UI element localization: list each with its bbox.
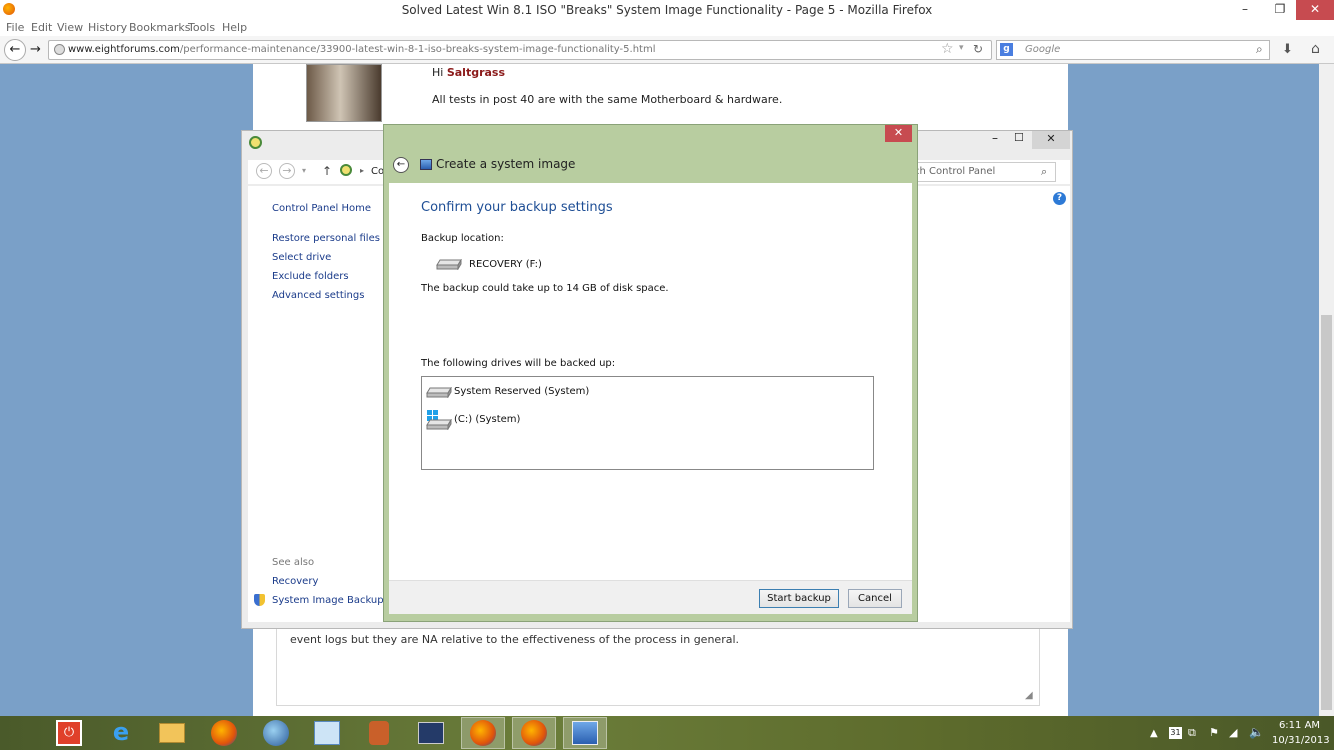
reload-icon[interactable]: ↻: [973, 42, 983, 56]
search-icon[interactable]: ⌕: [1256, 42, 1263, 57]
recovery-link[interactable]: Recovery: [272, 576, 318, 587]
see-also-heading: See also: [272, 557, 315, 568]
taskbar-app-button[interactable]: [357, 717, 401, 749]
menu-edit[interactable]: Edit: [31, 21, 52, 34]
tray-calendar-icon[interactable]: 31: [1169, 727, 1182, 739]
tray-flag-icon[interactable]: ⚑: [1209, 726, 1219, 739]
dropdown-arrow-icon[interactable]: ▾: [959, 43, 964, 53]
post-line: All tests in post 40 are with the same M…: [432, 93, 783, 106]
control-panel-icon: [249, 136, 262, 149]
clock-time[interactable]: 6:11 AM: [1272, 720, 1327, 731]
cp-search-icon[interactable]: ⌕: [1041, 165, 1047, 179]
select-drive-link[interactable]: Select drive: [272, 252, 331, 263]
drive-icon: [436, 259, 462, 270]
cp-maximize-icon[interactable]: ☐: [1014, 131, 1024, 144]
cp-forward-icon[interactable]: →: [279, 163, 295, 179]
taskbar-thunderbird-button[interactable]: [254, 717, 298, 749]
download-icon[interactable]: ⬇: [1282, 42, 1293, 57]
google-icon[interactable]: g: [1000, 43, 1013, 56]
tray-display-icon[interactable]: ⧉: [1188, 726, 1196, 740]
help-icon[interactable]: ?: [1053, 192, 1066, 205]
forward-button[interactable]: →: [30, 42, 41, 57]
menu-bookmarks[interactable]: Bookmarks: [129, 21, 190, 34]
restore-icon[interactable]: ❐: [1263, 0, 1297, 20]
taskbar-explorer-button[interactable]: [150, 717, 194, 749]
tray-network-icon[interactable]: ▲: [1150, 728, 1158, 739]
resize-grip-icon[interactable]: ◢: [1025, 690, 1033, 701]
bookmark-star-icon[interactable]: ☆: [941, 41, 954, 57]
home-icon[interactable]: ⌂: [1311, 41, 1320, 57]
user-avatar: [306, 64, 382, 122]
menu-help[interactable]: Help: [222, 21, 247, 34]
reply-text: event logs but they are NA relative to t…: [290, 633, 740, 646]
cp-minimize-icon[interactable]: –: [992, 131, 998, 145]
drive-icon: [426, 387, 452, 398]
cp-search-placeholder: ch Control Panel: [914, 166, 996, 177]
cp-close-icon[interactable]: ✕: [1032, 131, 1070, 149]
restore-files-link[interactable]: Restore personal files: [272, 233, 380, 244]
globe-icon: [54, 44, 65, 55]
dialog-title: Create a system image: [436, 157, 576, 171]
taskbar-power-button[interactable]: ⏻: [47, 717, 91, 749]
list-item: System Reserved (System): [454, 386, 590, 397]
taskbar-ie-button[interactable]: e: [99, 717, 143, 749]
menu-history[interactable]: History: [88, 21, 127, 34]
taskbar: [0, 716, 1334, 750]
dialog-back-icon[interactable]: ←: [393, 157, 409, 173]
menu-tools[interactable]: Tools: [188, 21, 215, 34]
exclude-folders-link[interactable]: Exclude folders: [272, 271, 349, 282]
start-backup-button[interactable]: Start backup: [759, 589, 839, 608]
breadcrumb-arrow-icon: ▸: [360, 166, 365, 175]
dialog-heading: Confirm your backup settings: [421, 200, 613, 215]
menu-file[interactable]: File: [6, 21, 24, 34]
taskbar-firefox-button[interactable]: [202, 717, 246, 749]
shield-icon: [254, 594, 265, 606]
search-placeholder: Google: [1025, 44, 1061, 55]
window-title: Solved Latest Win 8.1 ISO "Breaks" Syste…: [401, 3, 933, 17]
disk-space-note: The backup could take up to 14 GB of dis…: [421, 283, 669, 294]
taskbar-firefox-window-2[interactable]: [512, 717, 556, 749]
backup-location-value: RECOVERY (F:): [469, 259, 542, 270]
taskbar-backup-window[interactable]: [563, 717, 607, 749]
dialog-close-icon[interactable]: ✕: [885, 125, 912, 142]
taskbar-monitor-button[interactable]: [409, 717, 453, 749]
drive-icon: [426, 419, 452, 430]
system-image-backup-link[interactable]: System Image Backup: [272, 595, 384, 606]
list-item: (C:) (System): [454, 414, 521, 425]
cp-history-dropdown-icon[interactable]: ▾: [302, 166, 306, 175]
tray-volume-icon[interactable]: 🔈: [1249, 725, 1264, 739]
clock-date[interactable]: 10/31/2013: [1272, 735, 1330, 746]
cp-location-icon: [340, 164, 352, 176]
tray-wifi-icon[interactable]: ◢: [1229, 726, 1237, 739]
close-icon[interactable]: ✕: [1296, 0, 1334, 20]
back-button[interactable]: ←: [4, 39, 26, 61]
menu-view[interactable]: View: [57, 21, 83, 34]
drives-label: The following drives will be backed up:: [421, 358, 616, 369]
taskbar-control-panel-button[interactable]: [305, 717, 349, 749]
advanced-settings-link[interactable]: Advanced settings: [272, 290, 364, 301]
cancel-button[interactable]: Cancel: [848, 589, 902, 608]
cp-home-link[interactable]: Control Panel Home: [272, 203, 371, 214]
cp-up-icon[interactable]: ↑: [322, 164, 332, 178]
cp-back-icon[interactable]: ←: [256, 163, 272, 179]
minimize-icon[interactable]: –: [1228, 0, 1262, 20]
post-greeting: Hi Saltgrass: [432, 66, 506, 79]
scrollbar-thumb[interactable]: [1321, 315, 1332, 710]
url-text: www.eightforums.com/performance-maintena…: [68, 44, 656, 55]
backup-app-icon: [420, 159, 432, 170]
taskbar-firefox-window-1[interactable]: [461, 717, 505, 749]
backup-location-label: Backup location:: [421, 233, 504, 244]
